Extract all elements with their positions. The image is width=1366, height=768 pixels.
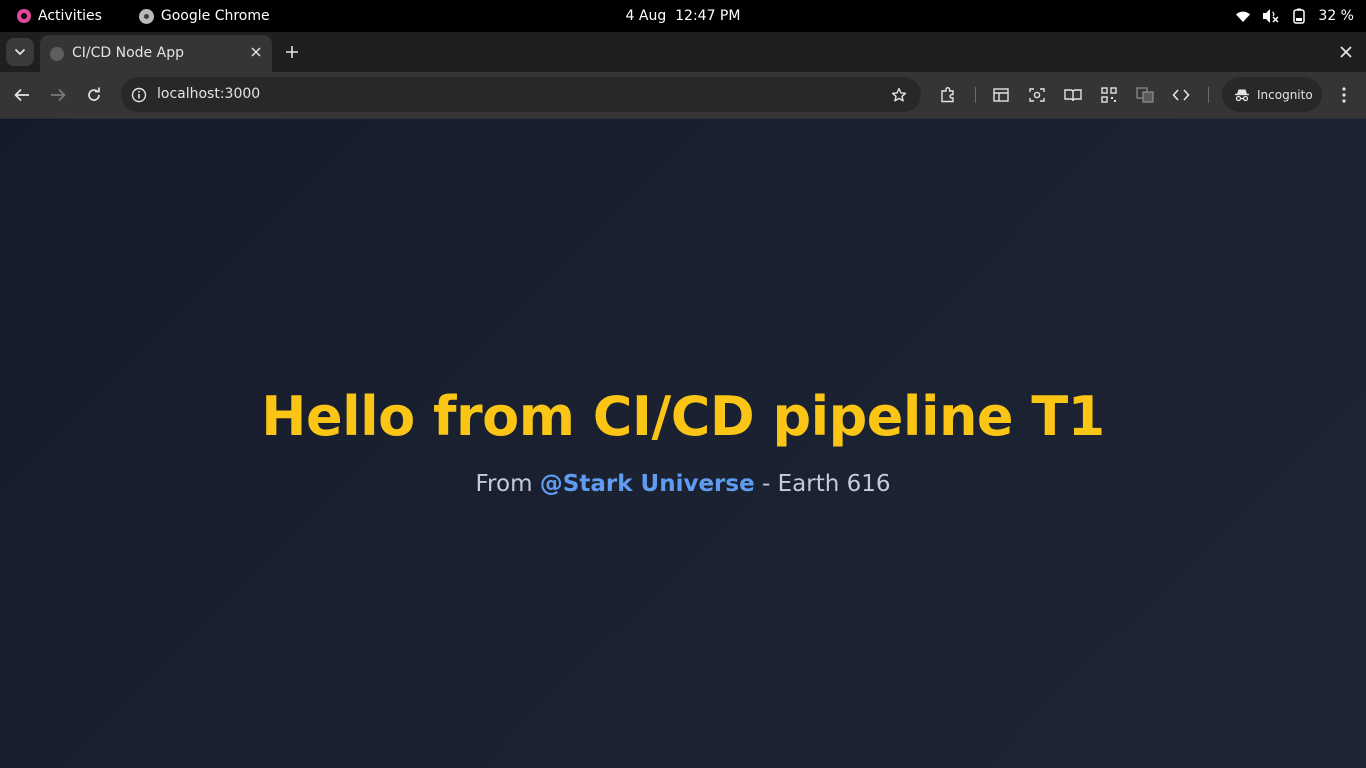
tab-ci-cd-node-app[interactable]: CI/CD Node App (40, 35, 272, 72)
page-content: Hello from CI/CD pipeline T1 From @Stark… (0, 118, 1366, 768)
toolbar-divider (1208, 87, 1209, 103)
bookmark-star-icon[interactable] (889, 85, 909, 105)
clock-date[interactable]: 4 Aug (626, 8, 667, 24)
activities-icon (17, 9, 31, 23)
wifi-icon (1234, 7, 1252, 25)
back-button[interactable] (10, 83, 34, 107)
tab-search-button[interactable] (6, 38, 34, 66)
reading-layout-icon[interactable] (991, 85, 1011, 105)
browser-toolbar: localhost:3000 Incognito (0, 72, 1366, 118)
chevron-down-icon (14, 48, 26, 56)
reading-mode-icon[interactable] (1063, 85, 1083, 105)
developer-tools-icon[interactable] (1171, 85, 1191, 105)
window-close-button[interactable] (1336, 42, 1356, 62)
system-tray[interactable]: 32 % (1234, 0, 1354, 32)
clock-time[interactable]: 12:47 PM (675, 8, 740, 24)
close-icon (251, 47, 261, 57)
app-menu[interactable]: Google Chrome (138, 8, 270, 24)
incognito-label: Incognito (1257, 87, 1313, 102)
arrow-right-icon (51, 88, 66, 102)
tab-close-button[interactable] (248, 44, 264, 60)
lens-screenshot-icon[interactable] (1027, 85, 1047, 105)
battery-icon (1290, 7, 1308, 25)
extensions-icon[interactable] (938, 85, 958, 105)
chrome-icon (138, 8, 154, 24)
subtitle-prefix: From (475, 471, 533, 497)
system-top-bar: Activities Google Chrome 4 Aug 12:47 PM … (0, 0, 1366, 32)
tab-title: CI/CD Node App (72, 45, 184, 61)
translate-icon[interactable] (1135, 85, 1155, 105)
incognito-button[interactable]: Incognito (1222, 77, 1322, 112)
incognito-icon (1235, 89, 1249, 101)
tab-strip: CI/CD Node App (0, 32, 1366, 72)
forward-button[interactable] (46, 83, 70, 107)
author-link[interactable]: @Stark Universe (540, 471, 755, 497)
globe-icon (50, 47, 64, 61)
activities-button[interactable]: Activities (17, 8, 102, 24)
reload-icon (88, 87, 100, 101)
url-text: localhost:3000 (157, 86, 261, 102)
plus-icon (286, 46, 298, 58)
kebab-menu-icon[interactable] (1334, 85, 1354, 105)
page-subtitle: From @Stark Universe - Earth 616 (0, 471, 1366, 497)
address-bar[interactable]: localhost:3000 (121, 77, 921, 112)
site-info-icon[interactable] (129, 85, 149, 105)
qr-code-icon[interactable] (1099, 85, 1119, 105)
subtitle-suffix: - Earth 616 (762, 471, 891, 497)
close-icon (1340, 46, 1352, 58)
activities-label: Activities (38, 8, 102, 24)
arrow-left-icon (14, 88, 29, 102)
page-heading: Hello from CI/CD pipeline T1 (261, 385, 1105, 448)
battery-percent: 32 % (1318, 8, 1354, 24)
reload-button[interactable] (82, 83, 106, 107)
toolbar-divider (975, 87, 976, 103)
new-tab-button[interactable] (282, 42, 302, 62)
volume-muted-icon (1262, 7, 1280, 25)
app-name: Google Chrome (160, 8, 270, 24)
